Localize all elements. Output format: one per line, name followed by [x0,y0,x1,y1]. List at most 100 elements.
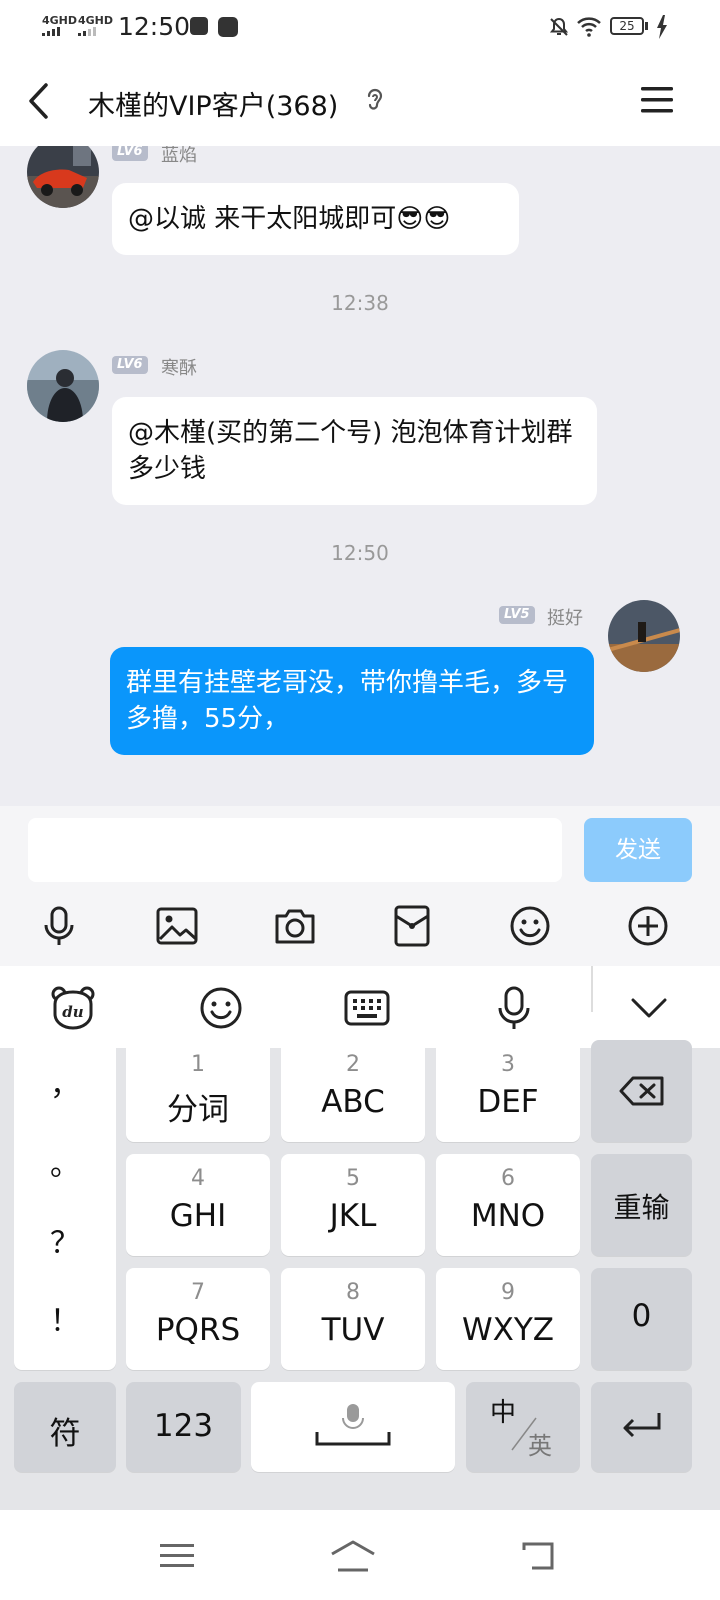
key-4[interactable]: 4 GHI [126,1154,270,1256]
signal-1: 4GHD [42,15,77,36]
key-label: PQRS [155,1312,241,1348]
level-badge: LV5 [499,606,535,624]
collapse-keyboard-icon[interactable] [625,984,673,1032]
backspace-key[interactable] [591,1040,692,1142]
wifi-icon [577,17,601,37]
key-3[interactable]: 3 DEF [436,1040,580,1142]
key-number: 5 [346,1166,360,1191]
signal-bars-icon [78,27,113,36]
zero-key[interactable]: 0 [591,1268,692,1370]
key-label: 123 [153,1408,214,1444]
sender-name[interactable]: 蓝焰 [161,146,197,167]
key-label: JKL [329,1198,377,1234]
clock: 12:50 [118,12,191,41]
key-number: 7 [191,1280,205,1305]
back-icon[interactable] [26,82,52,120]
avatar[interactable] [27,146,99,208]
key-label: 0 [631,1298,652,1334]
key-7[interactable]: 7 PQRS [126,1268,270,1370]
message-bubble[interactable]: @以诚 来干太阳城即可😎😎 [112,183,519,255]
menu-icon[interactable] [641,86,673,114]
ear-icon[interactable] [364,86,386,116]
key-number: 2 [346,1052,360,1077]
ime-emoji-icon[interactable] [197,984,245,1032]
lang-en-label: 英 [528,1432,552,1460]
symbol-key[interactable]: 符 [14,1382,116,1472]
key-6[interactable]: 6 MNO [436,1154,580,1256]
key-label: DEF [477,1084,539,1120]
app-notification-icon [190,17,208,35]
my-avatar[interactable] [608,600,680,672]
svg-text:du: du [62,1003,83,1021]
key-number: 9 [501,1280,515,1305]
key-label: 重输 [613,1191,670,1224]
payment-notification-icon [218,17,238,37]
send-button[interactable]: 发送 [584,818,692,882]
ime-toolbar: du [0,966,720,1048]
battery-icon: 25 [610,17,644,35]
reinput-key[interactable]: 重输 [591,1154,692,1256]
signal-bars-icon [42,27,77,36]
key-5[interactable]: 5 JKL [281,1154,425,1256]
key-1[interactable]: 1 分词 [126,1040,270,1142]
my-message-bubble[interactable]: 群里有挂壁老哥没，带你撸羊毛，多号多撸，55分， [110,647,594,755]
level-badge: LV6 [112,146,148,161]
punct-comma[interactable]: ， [14,1060,116,1104]
group-title[interactable]: 木槿的VIP客户(368) [88,84,338,123]
key-label: 符 [49,1416,81,1452]
voice-icon[interactable] [37,904,81,948]
language-switch-key[interactable]: 中 英 [466,1382,580,1472]
keyboard-switch-icon[interactable] [343,984,391,1032]
ime-voice-icon[interactable] [490,984,538,1032]
emoji-icon[interactable] [508,904,552,948]
key-label: TUV [321,1312,385,1348]
recents-icon[interactable] [160,1542,194,1570]
level-badge: LV6 [112,356,148,374]
signal-2: 4GHD [78,15,113,36]
message-input[interactable] [28,818,562,882]
battery-tip [645,22,648,30]
baidu-ime-logo-icon[interactable]: du [49,984,97,1032]
back-nav-icon[interactable] [520,1540,556,1572]
backspace-icon [619,1076,664,1106]
home-icon[interactable] [329,1540,377,1572]
punct-period[interactable]: 。 [14,1140,116,1184]
charging-icon [657,15,667,39]
bell-muted-icon [549,17,569,36]
number-mode-key[interactable]: 123 [126,1382,241,1472]
punctuation-column[interactable]: ， 。 ？ ！ [14,1040,116,1370]
image-icon[interactable] [155,904,199,948]
key-label: MNO [470,1198,546,1234]
key-2[interactable]: 2 ABC [281,1040,425,1142]
key-9[interactable]: 9 WXYZ [436,1268,580,1370]
enter-icon [623,1413,661,1438]
key-number: 4 [191,1166,205,1191]
key-number: 6 [501,1166,515,1191]
input-bar: 发送 [0,806,720,966]
key-label: ABC [321,1084,385,1120]
enter-key[interactable] [591,1382,692,1472]
key-8[interactable]: 8 TUV [281,1268,425,1370]
key-number: 8 [346,1280,360,1305]
key-number: 3 [501,1052,515,1077]
plus-icon[interactable] [626,904,670,948]
punct-question[interactable]: ？ [14,1218,116,1262]
key-number: 1 [191,1052,205,1077]
space-voice-icon [315,1404,391,1446]
timestamp: 12:50 [331,541,389,565]
sender-name[interactable]: 寒酥 [161,354,197,380]
sender-name[interactable]: 挺好 [547,604,583,630]
message-bubble[interactable]: @木槿(买的第二个号) 泡泡体育计划群多少钱 [112,397,597,505]
key-label: 分词 [167,1092,229,1128]
message-list[interactable]: LV6 蓝焰 @以诚 来干太阳城即可😎😎 12:38 LV6 寒酥 @木槿(买的… [0,146,720,806]
red-packet-icon[interactable] [390,904,434,948]
system-nav-bar [0,1510,720,1600]
signal-1-label: 4GHD [42,14,78,27]
space-key[interactable] [251,1382,455,1472]
punct-exclaim[interactable]: ！ [14,1296,116,1340]
keyboard: ， 。 ？ ！ 1 分词 2 ABC 3 DEF 4 GHI 5 JKL 6 M… [0,1040,720,1510]
avatar[interactable] [27,350,99,422]
camera-icon[interactable] [273,904,317,948]
toolbar-divider [591,966,593,1012]
key-label: WXYZ [461,1312,555,1348]
